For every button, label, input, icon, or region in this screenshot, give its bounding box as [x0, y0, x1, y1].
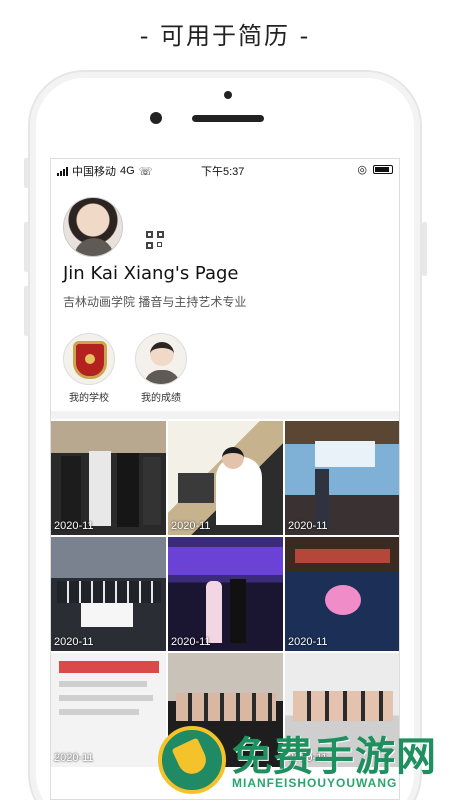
watermark-logo-icon: [158, 726, 226, 794]
wifi-icon: ☏: [138, 165, 153, 178]
site-watermark: 免费手游网 MIANFEISHOUYOUWANG: [150, 716, 450, 800]
phone-side-button: [24, 158, 29, 188]
watermark-title: 免费手游网: [232, 734, 437, 780]
phone-volume-down: [24, 286, 29, 336]
battery-icon: [373, 165, 393, 174]
network-label: 4G: [120, 165, 135, 177]
shortcut-my-school[interactable]: 我的学校: [59, 333, 119, 404]
photo-date: 2020-11: [288, 520, 328, 532]
app-store-screenshot: - 可用于简历 - 中国移动 4G ☏ 下午5:37 ◎ Jin Kai Xia…: [0, 0, 450, 800]
gallery-photo[interactable]: 2020-11: [168, 421, 283, 535]
photo-date: 2020-11: [171, 520, 211, 532]
photo-date: 2020-11: [54, 636, 94, 648]
earpiece-speaker: [192, 115, 264, 122]
watermark-subtitle: MIANFEISHOUYOUWANG: [232, 776, 398, 790]
school-badge-icon: [63, 333, 115, 385]
profile-name: Jin Kai Xiang's Page: [63, 263, 239, 284]
photo-date: 2020-11: [54, 520, 94, 532]
gallery-photo[interactable]: 2020-11: [285, 537, 399, 651]
qr-code-icon[interactable]: [146, 231, 164, 249]
gallery-photo[interactable]: 2020-11: [51, 421, 166, 535]
phone-volume-up: [24, 222, 29, 272]
carrier-label: 中国移动: [72, 166, 116, 178]
photo-date: 2020-11: [288, 636, 328, 648]
gallery-photo[interactable]: 2020-11: [168, 537, 283, 651]
shortcut-label: 我的学校: [69, 393, 109, 404]
shortcut-label: 我的成绩: [141, 393, 181, 404]
gallery-photo[interactable]: 2020-11: [51, 653, 166, 767]
shortcut-my-grades[interactable]: 我的成绩: [131, 333, 191, 404]
app-screen: 中国移动 4G ☏ 下午5:37 ◎ Jin Kai Xiang's Page …: [50, 158, 400, 800]
status-time: 下午5:37: [201, 166, 245, 178]
section-divider: [51, 411, 399, 419]
alarm-icon: ◎: [357, 164, 367, 176]
status-bar: 中国移动 4G ☏ 下午5:37 ◎: [51, 159, 399, 181]
phone-proximity-sensor: [224, 91, 232, 99]
signal-icon: [57, 166, 68, 176]
profile-avatar[interactable]: [63, 197, 123, 257]
front-camera: [150, 112, 162, 124]
grades-avatar-icon: [135, 333, 187, 385]
profile-subtitle: 吉林动画学院 播音与主持艺术专业: [63, 295, 247, 309]
gallery-photo[interactable]: 2020-11: [285, 421, 399, 535]
photo-date: 2020-11: [171, 636, 211, 648]
photo-date: 2020-11: [54, 752, 94, 764]
phone-power-button: [422, 222, 427, 276]
gallery-photo[interactable]: 2020-11: [51, 537, 166, 651]
promo-title: - 可用于简历 -: [139, 22, 311, 50]
